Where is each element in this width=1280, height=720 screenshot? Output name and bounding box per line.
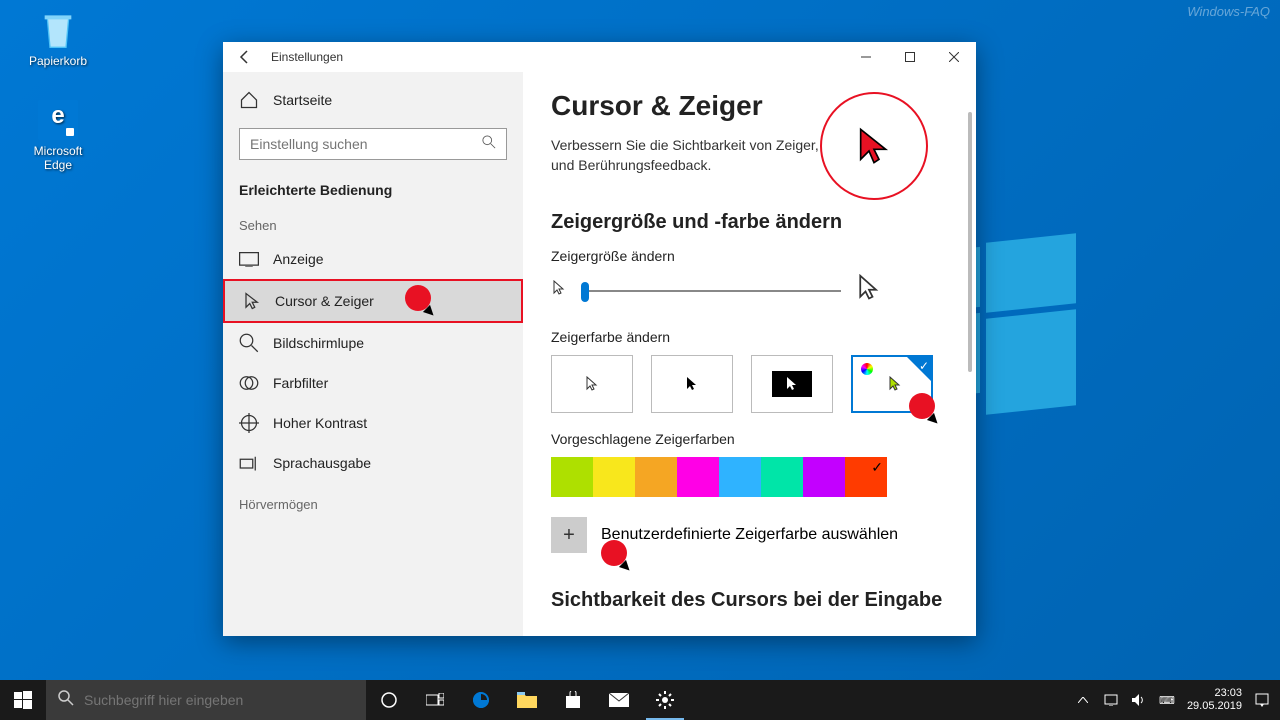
color-swatch[interactable]	[845, 457, 887, 497]
section-heading-size-color: Zeigergröße und -farbe ändern	[551, 211, 948, 234]
cursor-small-icon	[551, 280, 567, 301]
color-filter-icon	[239, 373, 259, 393]
color-swatch[interactable]	[803, 457, 845, 497]
custom-color-row: + Benutzerdefinierte Zeigerfarbe auswähl…	[551, 517, 948, 553]
desktop-icon-label: Papierkorb	[20, 54, 96, 68]
sidebar-item-cursor[interactable]: Cursor & Zeiger	[223, 279, 523, 323]
contrast-icon	[239, 413, 259, 433]
content-panel: Cursor & Zeiger Verbessern Sie die Sicht…	[523, 72, 976, 636]
sidebar: Startseite Erleichterte Bedienung Sehen …	[223, 72, 523, 636]
field-label-suggested: Vorgeschlagene Zeigerfarben	[551, 431, 948, 447]
edge-icon	[38, 100, 78, 140]
desktop-icon-recycle-bin[interactable]: Papierkorb	[20, 10, 96, 68]
sidebar-item-sprachausgabe[interactable]: Sprachausgabe	[223, 443, 523, 483]
desktop-icon-label: Microsoft Edge	[20, 144, 96, 172]
desktop-icon-edge[interactable]: Microsoft Edge	[20, 100, 96, 172]
start-button[interactable]	[0, 680, 46, 720]
tray-time: 23:03	[1187, 687, 1242, 700]
sidebar-item-kontrast[interactable]: Hoher Kontrast	[223, 403, 523, 443]
taskbar-explorer[interactable]	[504, 680, 550, 720]
sidebar-item-label: Anzeige	[273, 251, 324, 267]
color-swatch[interactable]	[719, 457, 761, 497]
taskbar-store[interactable]	[550, 680, 596, 720]
section-heading-visibility: Sichtbarkeit des Cursors bei der Eingabe	[551, 589, 948, 612]
color-swatch[interactable]	[551, 457, 593, 497]
color-swatch[interactable]	[677, 457, 719, 497]
sidebar-item-anzeige[interactable]: Anzeige	[223, 239, 523, 279]
window-title: Einstellungen	[271, 50, 343, 64]
sidebar-item-lupe[interactable]: Bildschirmlupe	[223, 323, 523, 363]
taskbar-cortana[interactable]	[366, 680, 412, 720]
add-custom-color-button[interactable]: +	[551, 517, 587, 553]
maximize-button[interactable]	[888, 42, 932, 72]
pointer-color-row	[551, 355, 948, 413]
display-icon	[239, 249, 259, 269]
pointer-size-slider[interactable]	[581, 290, 841, 292]
field-label-size: Zeigergröße ändern	[551, 248, 948, 264]
magnifier-icon	[239, 333, 259, 353]
annotation-marker	[601, 540, 627, 566]
sidebar-item-label: Bildschirmlupe	[273, 335, 364, 351]
scrollbar[interactable]	[968, 112, 972, 372]
color-option-custom[interactable]	[851, 355, 933, 413]
cursor-icon	[241, 291, 261, 311]
tray-language-icon[interactable]: ⌨	[1159, 692, 1175, 708]
taskbar-search[interactable]	[46, 680, 366, 720]
checkmark-icon	[907, 357, 931, 381]
taskbar-taskview[interactable]	[412, 680, 458, 720]
pointer-size-row	[551, 274, 948, 307]
system-tray: ⌨ 23:03 29.05.2019	[1075, 687, 1280, 713]
sidebar-item-label: Sprachausgabe	[273, 455, 371, 471]
suggested-colors-row	[551, 457, 948, 497]
taskbar-edge[interactable]	[458, 680, 504, 720]
sidebar-subsection-hoer: Hörvermögen	[223, 483, 523, 518]
color-option-white[interactable]	[551, 355, 633, 413]
tray-volume-icon[interactable]	[1131, 692, 1147, 708]
settings-window: Einstellungen Startseite Erleichterte Be…	[223, 42, 976, 636]
narrator-icon	[239, 453, 259, 473]
search-icon	[482, 135, 496, 154]
slider-thumb[interactable]	[581, 282, 589, 302]
close-button[interactable]	[932, 42, 976, 72]
taskbar-search-input[interactable]	[84, 692, 354, 708]
sidebar-item-home[interactable]: Startseite	[223, 80, 523, 120]
tray-notifications-icon[interactable]	[1254, 692, 1270, 708]
minimize-button[interactable]	[844, 42, 888, 72]
sidebar-item-label: Hoher Kontrast	[273, 415, 367, 431]
settings-search-input[interactable]	[250, 136, 482, 152]
home-icon	[239, 90, 259, 110]
search-icon	[58, 690, 74, 711]
sidebar-subsection-sehen: Sehen	[223, 204, 523, 239]
color-swatch[interactable]	[761, 457, 803, 497]
sidebar-item-label: Startseite	[273, 92, 332, 108]
color-swatch[interactable]	[635, 457, 677, 497]
annotation-marker	[909, 393, 935, 419]
taskbar-settings[interactable]	[642, 680, 688, 720]
watermark-text: Windows-FAQ	[1187, 4, 1270, 19]
sidebar-section-label: Erleichterte Bedienung	[223, 172, 523, 204]
tray-network-icon[interactable]	[1103, 692, 1119, 708]
annotation-marker	[405, 285, 431, 311]
settings-search[interactable]	[239, 128, 507, 160]
recycle-bin-icon	[38, 10, 78, 50]
titlebar: Einstellungen	[223, 42, 976, 72]
tray-chevron-up-icon[interactable]	[1075, 692, 1091, 708]
sidebar-item-label: Cursor & Zeiger	[275, 293, 374, 309]
tray-clock[interactable]: 23:03 29.05.2019	[1187, 687, 1242, 713]
back-button[interactable]	[229, 42, 261, 72]
color-wheel-icon	[861, 363, 873, 375]
cursor-preview-circle	[820, 92, 928, 200]
color-option-black[interactable]	[651, 355, 733, 413]
taskbar: ⌨ 23:03 29.05.2019	[0, 680, 1280, 720]
field-label-color: Zeigerfarbe ändern	[551, 329, 948, 345]
color-option-inverted[interactable]	[751, 355, 833, 413]
cursor-large-icon	[855, 274, 883, 307]
color-swatch[interactable]	[593, 457, 635, 497]
custom-color-label: Benutzerdefinierte Zeigerfarbe auswählen	[601, 526, 898, 543]
sidebar-item-label: Farbfilter	[273, 375, 328, 391]
tray-date: 29.05.2019	[1187, 700, 1242, 713]
desktop: Windows-FAQ Papierkorb Microsoft Edge Ei…	[0, 0, 1280, 720]
sidebar-item-farbfilter[interactable]: Farbfilter	[223, 363, 523, 403]
taskbar-mail[interactable]	[596, 680, 642, 720]
